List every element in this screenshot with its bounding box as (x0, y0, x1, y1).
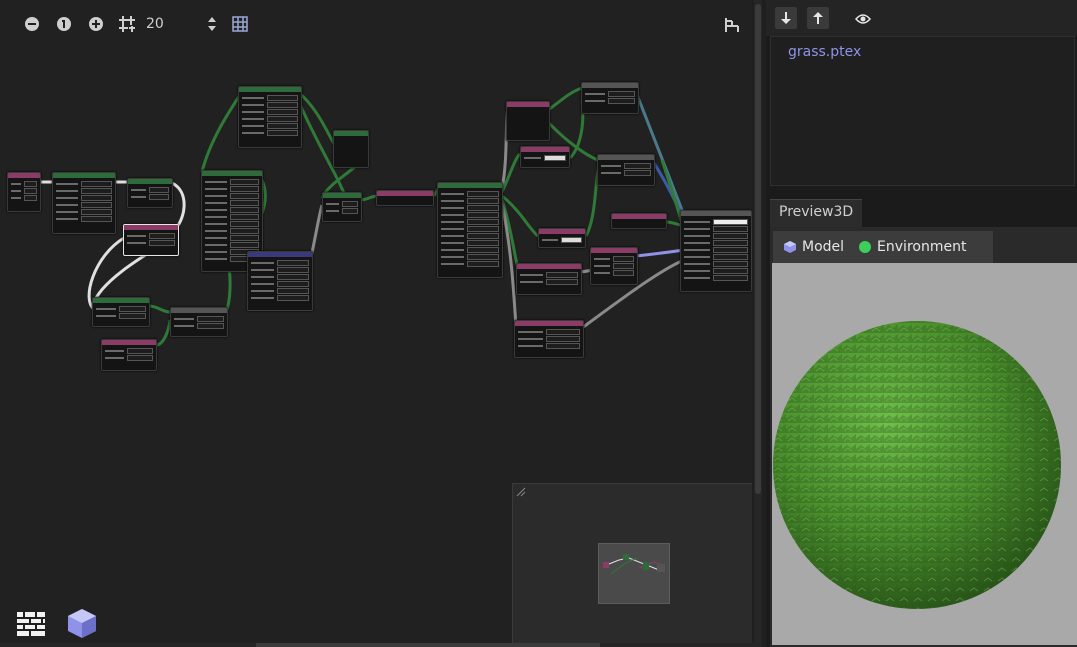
environment-menu-label: Environment (877, 239, 967, 255)
grass-sphere-render (773, 321, 1061, 609)
graph-node[interactable] (597, 154, 655, 186)
graph-node[interactable] (520, 146, 570, 168)
zoom-out-button[interactable] (21, 13, 43, 35)
files-toolbar (766, 0, 1077, 36)
graph-node[interactable] (516, 263, 582, 295)
environment-menu[interactable]: Environment (858, 239, 966, 255)
preview-panel: Model Environment (770, 227, 1077, 647)
graph-minimap[interactable] (512, 483, 752, 643)
scroll-thumb[interactable] (256, 643, 600, 647)
graph-node[interactable] (506, 101, 550, 141)
library-button[interactable] (229, 13, 251, 35)
minimap-thumbnail (603, 554, 666, 575)
graph-node[interactable] (514, 320, 584, 358)
graph-node[interactable] (581, 82, 639, 114)
graph-node[interactable] (538, 228, 586, 248)
graph-node[interactable] (52, 172, 116, 234)
arrow-up-icon (813, 12, 823, 24)
texture-tab-button[interactable] (16, 609, 46, 639)
graph-node[interactable] (611, 213, 667, 229)
arrow-down-icon (781, 12, 791, 24)
zoom-reset-icon (57, 17, 71, 31)
right-panel: grass.ptex Preview3D Model Environment (766, 0, 1077, 647)
graph-node[interactable] (247, 251, 313, 311)
minimap-viewport[interactable] (598, 543, 670, 604)
graph-horizontal-scrollbar[interactable] (0, 643, 762, 647)
file-item[interactable]: grass.ptex (788, 44, 861, 60)
graph-node[interactable] (170, 307, 228, 337)
zoom-reset-button[interactable] (53, 13, 75, 35)
3d-tab-button[interactable] (66, 607, 98, 639)
graph-node[interactable] (376, 190, 434, 206)
graph-vertical-scrollbar[interactable] (754, 0, 762, 643)
library-grid-icon (232, 16, 248, 32)
graph-node[interactable] (123, 224, 179, 256)
tab-preview3d[interactable]: Preview3D (770, 199, 863, 228)
frame-icon (725, 18, 739, 32)
grid-icon (119, 16, 135, 32)
green-dot-icon (859, 241, 872, 253)
graph-node[interactable] (101, 339, 157, 371)
move-up-button[interactable] (807, 7, 829, 29)
graph-node[interactable] (322, 192, 362, 222)
model-menu[interactable]: Model (783, 239, 844, 255)
preview-menu-bar: Model Environment (773, 231, 993, 263)
cube-icon (784, 241, 796, 253)
zoom-in-icon (89, 17, 103, 31)
align-button[interactable] (721, 14, 743, 36)
graph-node[interactable] (333, 130, 369, 168)
graph-node[interactable] (7, 172, 41, 212)
zoom-in-button[interactable] (85, 13, 107, 35)
spinner-arrows-icon[interactable] (206, 15, 218, 33)
graph-node[interactable] (127, 178, 173, 208)
graph-node[interactable] (437, 182, 503, 278)
graph-node[interactable] (590, 247, 638, 285)
graph-node[interactable] (238, 86, 302, 148)
model-menu-label: Model (802, 239, 845, 255)
zoom-out-icon (25, 17, 39, 31)
brick-wall-icon (17, 612, 45, 636)
preview-3d-viewport[interactable] (772, 263, 1077, 645)
scroll-thumb[interactable] (755, 4, 761, 494)
eye-icon (855, 14, 871, 24)
node-graph-editor[interactable]: 20 (0, 0, 752, 643)
move-down-button[interactable] (775, 7, 797, 29)
grid-size-field[interactable]: 20 (146, 12, 224, 36)
cube-icon (68, 609, 96, 638)
toggle-visibility-button[interactable] (852, 8, 874, 30)
file-list[interactable]: grass.ptex (770, 36, 1075, 186)
grid-size-value: 20 (146, 16, 164, 32)
graph-node[interactable] (92, 297, 150, 327)
snap-grid-button[interactable] (116, 13, 138, 35)
resize-grip-icon[interactable] (516, 487, 526, 497)
material-output-node[interactable] (680, 210, 752, 292)
